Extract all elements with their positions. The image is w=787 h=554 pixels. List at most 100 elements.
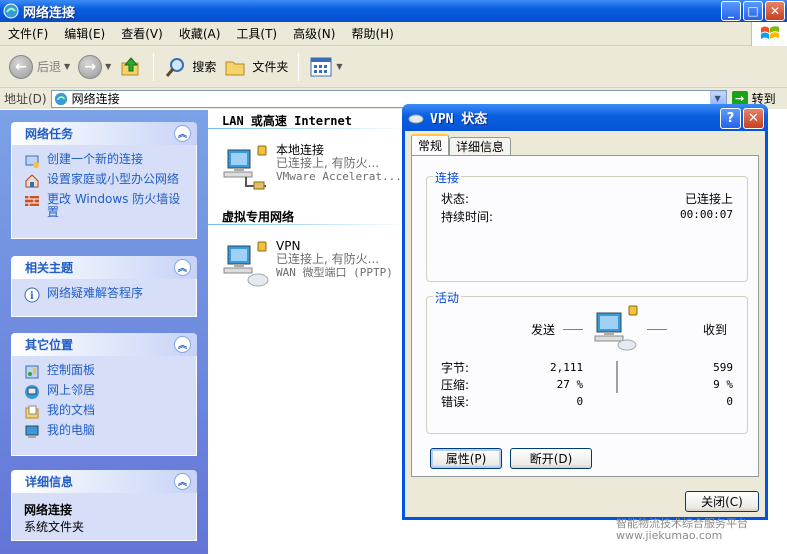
dropdown-arrow-icon: ▼ [64, 62, 71, 71]
network-tasks-header[interactable]: 网络任务 ︽ [11, 122, 197, 145]
received-label: 收到 [703, 323, 728, 337]
task-network-troubleshooter[interactable]: i 网络疑难解答程序 [24, 287, 190, 303]
connection-device: WAN 微型端口 (PPTP) [276, 266, 393, 279]
task-label: 创建一个新的连接 [47, 152, 144, 166]
dialog-titlebar[interactable]: VPN 状态 [402, 104, 768, 131]
stat-sent: 27 % [556, 378, 584, 391]
dropdown-arrow-icon: ▼ [105, 62, 112, 71]
svg-text:i: i [30, 291, 34, 302]
related-topics-header[interactable]: 相关主题 ︽ [11, 256, 197, 279]
window-titlebar[interactable]: 网络连接 _ □ ✕ [0, 0, 787, 22]
collapse-chevron-icon[interactable]: ︽ [174, 125, 191, 142]
place-my-computer[interactable]: 我的电脑 [24, 424, 190, 440]
task-pane: 网络任务 ︽ 创建一个新的连接 设置家庭或小型办公网络 更改 Windows 防… [0, 110, 208, 554]
disconnect-button[interactable]: 断开(D) [510, 448, 592, 469]
properties-button[interactable]: 属性(P) [430, 448, 502, 469]
up-folder-button[interactable] [115, 50, 147, 84]
task-home-network[interactable]: 设置家庭或小型办公网络 [24, 173, 190, 189]
group-divider [208, 128, 408, 129]
search-button[interactable]: 搜索 [160, 50, 220, 84]
folders-button[interactable]: 文件夹 [220, 50, 292, 84]
duration-label: 持续时间: [441, 210, 494, 224]
connection-item-vpn[interactable]: VPN 已连接上, 有防火... WAN 微型端口 (PPTP) [222, 240, 393, 290]
connection-group-title: 连接 [433, 169, 462, 186]
place-label: 网上邻居 [47, 383, 96, 397]
collapse-chevron-icon[interactable]: ︽ [174, 259, 191, 276]
other-places-panel: 其它位置 ︽ 控制面板 网上邻居 我的文档 我的电脑 [11, 333, 197, 456]
folder-icon [225, 61, 245, 75]
sent-label: 发送 [531, 323, 556, 337]
vpn-connection-icon [222, 240, 272, 290]
stat-recv: 599 [713, 361, 733, 374]
connection-item-local[interactable]: 本地连接 已连接上, 有防火... VMware Accelerat... [222, 144, 402, 194]
up-folder-icon [121, 56, 139, 75]
details-subtitle: 系统文件夹 [24, 520, 85, 534]
menu-favorites[interactable]: 收藏(A) [171, 25, 229, 42]
dialog-body: 常规 详细信息 连接 状态: 已连接上 持续时间: 00:00:07 活动 发送 [405, 131, 765, 517]
task-label: 更改 Windows 防火墙设置 [47, 192, 181, 219]
watermark-line2: www.jiekumao.com [616, 529, 723, 542]
other-places-title: 其它位置 [25, 338, 74, 352]
dialog-tabs: 常规 详细信息 [411, 134, 512, 155]
tab-details[interactable]: 详细信息 [449, 137, 512, 155]
watermark: 智能物流技术综合服务平台 www.jiekumao.com [616, 518, 748, 542]
details-name: 网络连接 [24, 503, 73, 517]
minimize-button[interactable]: _ [721, 1, 741, 21]
close-button[interactable]: ✕ [765, 1, 785, 21]
connection-device: VMware Accelerat... [276, 170, 402, 183]
toolbar-separator [153, 52, 155, 81]
task-firewall-settings[interactable]: 更改 Windows 防火墙设置 [24, 193, 190, 219]
forward-arrow-icon: → [78, 54, 103, 79]
place-control-panel[interactable]: 控制面板 [24, 364, 190, 380]
maximize-button[interactable]: □ [743, 1, 763, 21]
stat-row-errors: 错误: 0 0 [441, 393, 733, 410]
menu-file[interactable]: 文件(F) [0, 25, 56, 42]
stat-recv: 9 % [713, 378, 733, 391]
task-label: 设置家庭或小型办公网络 [47, 172, 180, 186]
menu-help[interactable]: 帮助(H) [343, 25, 401, 42]
place-label: 我的文档 [47, 403, 96, 417]
search-label: 搜索 [192, 60, 217, 74]
group-header-vpn: 虚拟专用网络 [222, 210, 295, 224]
related-topics-title: 相关主题 [25, 261, 74, 275]
help-button[interactable]: ? [720, 108, 741, 129]
activity-group-title: 活动 [433, 289, 462, 306]
collapse-chevron-icon[interactable]: ︽ [174, 473, 191, 490]
place-network-neighborhood[interactable]: 网上邻居 [24, 384, 190, 400]
my-computer-icon [25, 425, 39, 438]
lan-connection-icon [222, 144, 272, 194]
task-create-connection[interactable]: 创建一个新的连接 [24, 153, 190, 169]
status-value: 已连接上 [684, 192, 733, 206]
dialog-title: VPN 状态 [430, 112, 488, 127]
activity-computer-icon [594, 305, 638, 351]
dialog-close-text-button[interactable]: 关闭(C) [685, 491, 759, 512]
menu-tools[interactable]: 工具(T) [228, 25, 285, 42]
toolbar-separator [298, 52, 300, 81]
network-connections-icon [54, 92, 67, 105]
collapse-chevron-icon[interactable]: ︽ [174, 336, 191, 353]
tab-general[interactable]: 常规 [411, 134, 450, 155]
menu-advanced[interactable]: 高级(N) [285, 25, 343, 42]
folders-label: 文件夹 [252, 60, 289, 74]
dialog-close-button[interactable]: ✕ [743, 108, 764, 129]
back-arrow-icon: ← [9, 54, 33, 79]
details-panel: 详细信息 ︽ 网络连接 系统文件夹 [11, 470, 197, 541]
menu-view[interactable]: 查看(V) [113, 25, 171, 42]
recv-line [647, 329, 667, 330]
other-places-header[interactable]: 其它位置 ︽ [11, 333, 197, 356]
address-value: 网络连接 [71, 92, 120, 106]
dropdown-arrow-icon: ▼ [336, 62, 343, 71]
views-icon [310, 57, 332, 76]
task-label: 网络疑难解答程序 [47, 286, 144, 300]
activity-groupbox: 活动 发送 收到 字节: 2,111 599 压缩: 27 % 9 % 错误: … [426, 289, 748, 434]
back-button[interactable]: ← 后退 ▼ [5, 50, 74, 84]
views-button[interactable]: ▼ [305, 50, 346, 84]
menu-edit[interactable]: 编辑(E) [56, 25, 113, 42]
place-my-documents[interactable]: 我的文档 [24, 404, 190, 420]
menubar: 文件(F) 编辑(E) 查看(V) 收藏(A) 工具(T) 高级(N) 帮助(H… [0, 22, 787, 46]
forward-button[interactable]: → ▼ [74, 50, 115, 84]
details-header[interactable]: 详细信息 ︽ [11, 470, 197, 493]
firewall-icon [25, 196, 39, 206]
toolbar: ← 后退 ▼ → ▼ 搜索 文件夹 ▼ [0, 46, 787, 88]
vpn-status-dialog: VPN 状态 ? ✕ 常规 详细信息 连接 状态: 已连接上 持续时间: 00:… [402, 104, 768, 520]
